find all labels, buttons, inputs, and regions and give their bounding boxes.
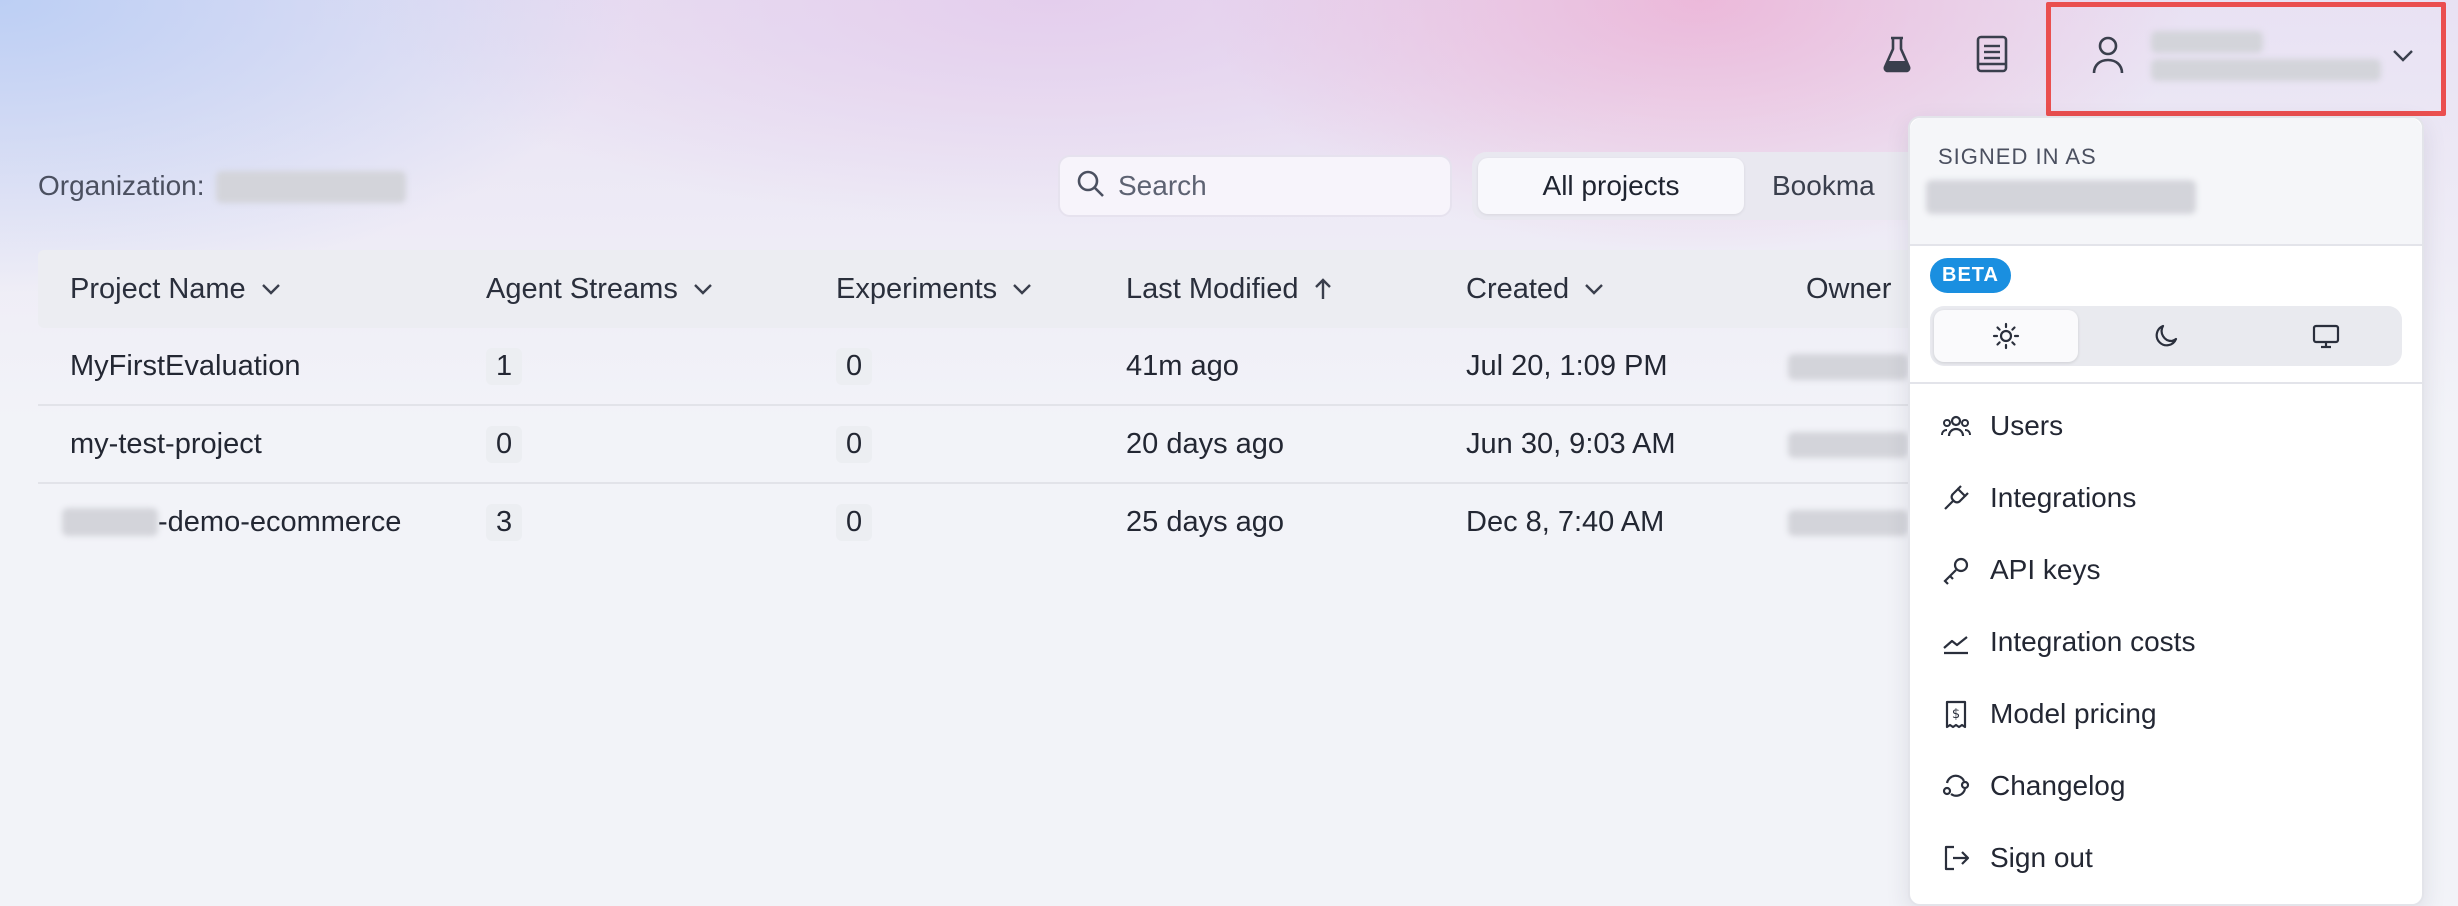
table-header: Project Name Agent Streams Experiments L…	[38, 250, 1998, 328]
last-modified: 41m ago	[1126, 349, 1239, 382]
project-name[interactable]: MyFirstEvaluation	[70, 328, 300, 404]
experiments-count: 0	[836, 347, 873, 385]
theme-light-button[interactable]	[1934, 310, 2078, 362]
user-icon	[2091, 35, 2125, 80]
column-experiments[interactable]: Experiments	[836, 250, 1033, 328]
arrow-up-icon	[1314, 278, 1331, 299]
created-date: Jun 30, 9:03 AM	[1466, 427, 1676, 460]
menu-item-label: API keys	[1990, 554, 2101, 585]
organization-name-redacted[interactable]	[216, 171, 406, 203]
tab-all-projects[interactable]: All projects	[1478, 158, 1744, 214]
menu-item-label: Sign out	[1990, 842, 2093, 873]
changelog-icon	[1938, 768, 1974, 804]
column-owner[interactable]: Owner	[1806, 250, 1891, 328]
signed-in-email-redacted	[1926, 180, 2196, 214]
theme-system-button[interactable]	[2254, 310, 2398, 362]
last-modified: 25 days ago	[1126, 505, 1285, 538]
last-modified: 20 days ago	[1126, 427, 1285, 460]
tab-bookmarked[interactable]: Bookma	[1772, 158, 1875, 214]
created-date: Dec 8, 7:40 AM	[1466, 505, 1665, 538]
menu-divider	[1910, 382, 2422, 384]
agent-streams-count: 1	[486, 347, 523, 385]
flask-icon[interactable]	[1873, 30, 1921, 78]
chevron-down-icon	[1013, 284, 1032, 295]
chevron-down-icon	[2391, 47, 2415, 68]
menu-item-label: Integration costs	[1990, 626, 2196, 657]
column-created[interactable]: Created	[1466, 250, 1605, 328]
signed-in-section: SIGNED IN AS	[1910, 118, 2422, 246]
book-icon[interactable]	[1968, 30, 2016, 78]
owner-redacted	[1788, 432, 1908, 458]
beta-badge: BETA	[1930, 258, 2011, 293]
created-date: Jul 20, 1:09 PM	[1466, 349, 1668, 382]
column-last-modified[interactable]: Last Modified	[1126, 250, 1333, 328]
users-icon	[1938, 408, 1974, 444]
user-name-redacted	[2151, 31, 2263, 53]
theme-dark-button[interactable]	[2094, 310, 2238, 362]
project-name[interactable]: my-test-project	[70, 406, 262, 482]
sun-icon	[1992, 322, 2020, 350]
menu-item-integration-costs[interactable]: Integration costs	[1938, 612, 2398, 672]
experiments-count: 0	[836, 503, 873, 541]
menu-item-label: Users	[1990, 410, 2064, 441]
column-project-name[interactable]: Project Name	[70, 250, 282, 328]
user-email-redacted	[2151, 59, 2381, 81]
table-row[interactable]: -demo-ecommerce 3 0 25 days ago Dec 8, 7…	[38, 484, 1998, 560]
table-row[interactable]: MyFirstEvaluation 1 0 41m ago Jul 20, 1:…	[38, 328, 1998, 406]
table-row[interactable]: my-test-project 0 0 20 days ago Jun 30, …	[38, 406, 1998, 484]
menu-item-model-pricing[interactable]: $ Model pricing	[1938, 684, 2398, 744]
menu-item-users[interactable]: Users	[1938, 396, 2398, 456]
project-name-prefix-redacted	[62, 508, 158, 536]
user-dropdown-menu: SIGNED IN AS BETA Users Integrations API…	[1908, 116, 2424, 906]
owner-redacted	[1788, 354, 1908, 380]
chevron-down-icon	[693, 284, 712, 295]
menu-item-label: Integrations	[1990, 482, 2137, 513]
chevron-down-icon	[1585, 284, 1604, 295]
receipt-icon: $	[1938, 696, 1974, 732]
menu-item-label: Changelog	[1990, 770, 2126, 801]
user-menu-button[interactable]	[2046, 2, 2446, 116]
column-agent-streams[interactable]: Agent Streams	[486, 250, 714, 328]
moon-icon	[2155, 324, 2178, 347]
theme-switcher	[1930, 306, 2402, 366]
plug-icon	[1938, 480, 1974, 516]
agent-streams-count: 3	[486, 503, 523, 541]
trend-chart-icon	[1938, 624, 1974, 660]
key-icon	[1938, 552, 1974, 588]
organization-label: Organization:	[38, 170, 205, 201]
experiments-count: 0	[836, 425, 873, 463]
menu-item-changelog[interactable]: Changelog	[1938, 756, 2398, 816]
svg-text:$: $	[1952, 707, 1960, 722]
menu-item-api-keys[interactable]: API keys	[1938, 540, 2398, 600]
monitor-icon	[2312, 324, 2340, 349]
agent-streams-count: 0	[486, 425, 523, 463]
signed-in-label: SIGNED IN AS	[1938, 144, 2097, 169]
sign-out-icon	[1938, 840, 1974, 876]
menu-item-label: Model pricing	[1990, 698, 2157, 729]
search-icon	[1076, 169, 1106, 204]
project-filter-tabs: All projects Bookma	[1472, 152, 1972, 220]
chevron-down-icon	[261, 284, 280, 295]
owner-redacted	[1788, 510, 1908, 536]
menu-item-integrations[interactable]: Integrations	[1938, 468, 2398, 528]
search-input[interactable]	[1116, 169, 1440, 203]
search-box[interactable]	[1058, 155, 1452, 217]
project-name[interactable]: -demo-ecommerce	[158, 484, 401, 560]
menu-item-sign-out[interactable]: Sign out	[1938, 828, 2398, 888]
